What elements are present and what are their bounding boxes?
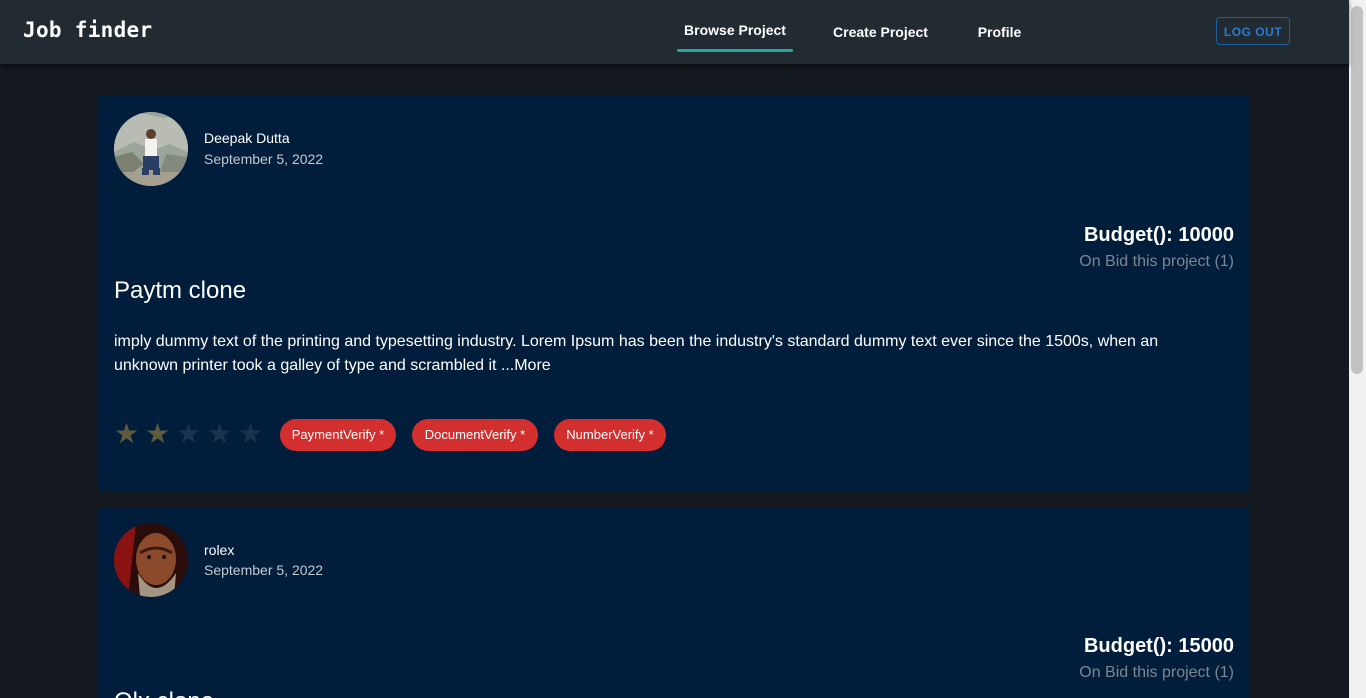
bid-count-link[interactable]: On Bid this project (1) [1079, 664, 1234, 682]
page-scrollbar[interactable] [1349, 0, 1366, 698]
active-tab-indicator [677, 49, 793, 52]
project-card: Deepak Dutta September 5, 2022 Budget():… [98, 96, 1250, 491]
tab-profile[interactable]: Profile [968, 0, 1031, 64]
star-filled-icon: ★ [114, 418, 140, 449]
payment-verify-badge: PaymentVerify * [280, 419, 396, 451]
scrollbar-thumb[interactable] [1351, 6, 1363, 374]
tab-browse-project[interactable]: Browse Project [677, 0, 793, 64]
author-name[interactable]: rolex [204, 542, 234, 558]
tab-profile-label: Profile [977, 24, 1022, 40]
project-card: rolex September 5, 2022 Budget(): 15000 … [98, 507, 1250, 698]
number-verify-badge: NumberVerify * [554, 419, 666, 451]
author-avatar[interactable] [114, 112, 188, 186]
app-brand[interactable]: Job finder [23, 18, 152, 42]
budget-amount: Budget(): 15000 [1083, 635, 1234, 657]
star-empty-icon: ★ [238, 418, 264, 449]
tab-create-project-label: Create Project [833, 24, 928, 40]
project-title[interactable]: Olx clone [114, 688, 214, 698]
author-avatar[interactable] [114, 523, 188, 597]
project-title[interactable]: Paytm clone [114, 277, 246, 305]
author-name[interactable]: Deepak Dutta [204, 130, 290, 146]
star-empty-icon: ★ [207, 418, 233, 449]
budget-amount: Budget(): 10000 [1083, 224, 1234, 246]
star-empty-icon: ★ [176, 418, 202, 449]
document-verify-badge: DocumentVerify * [412, 419, 538, 451]
tab-browse-project-label: Browse Project [684, 22, 786, 38]
tab-create-project[interactable]: Create Project [824, 0, 937, 64]
avatar-photo [114, 112, 188, 186]
logout-button[interactable]: LOG OUT [1216, 17, 1290, 45]
project-description: imply dummy text of the printing and typ… [114, 333, 1159, 374]
avatar-photo [114, 523, 188, 597]
bid-count-link[interactable]: On Bid this project (1) [1079, 253, 1234, 271]
rating-stars: ★ ★ ★ ★ ★ [114, 420, 269, 448]
post-date: September 5, 2022 [204, 151, 324, 167]
star-filled-icon: ★ [145, 418, 171, 449]
top-navbar: Job finder Browse Project Create Project… [0, 0, 1349, 64]
post-date: September 5, 2022 [204, 562, 324, 578]
